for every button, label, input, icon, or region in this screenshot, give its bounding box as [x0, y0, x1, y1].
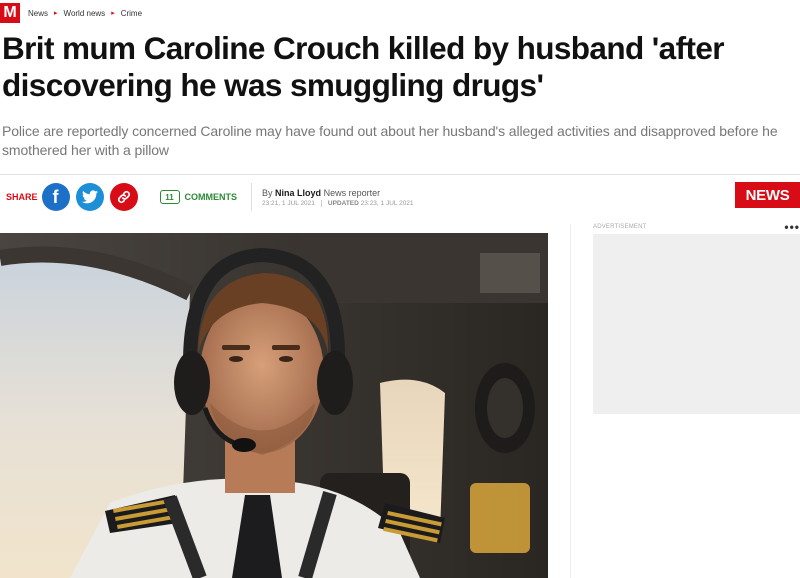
author-role: News reporter — [323, 187, 381, 198]
breadcrumb: News ▸ World news ▸ Crime — [28, 9, 142, 18]
divider — [0, 174, 800, 175]
twitter-icon[interactable] — [75, 183, 104, 211]
logo-letter: M — [3, 4, 17, 21]
breadcrumb-crime[interactable]: Crime — [121, 9, 142, 18]
site-logo[interactable]: M — [0, 3, 20, 23]
column-divider — [570, 224, 571, 578]
updated-label: UPDATED — [327, 199, 359, 207]
published-time: 23:21, 1 JUL 2021 — [262, 199, 315, 207]
share-label: SHARE — [6, 192, 38, 202]
article-headline: Brit mum Caroline Crouch killed by husba… — [2, 30, 725, 103]
share-bar: SHARE f 11 COMMENTS By Nina Lloyd News r… — [6, 180, 414, 214]
facebook-icon[interactable]: f — [41, 183, 70, 211]
comments-label: COMMENTS — [184, 192, 238, 202]
breadcrumb-world-news[interactable]: World news — [64, 9, 106, 18]
ad-label: ADVERTISEMENT — [593, 224, 647, 230]
article-hero-image — [0, 233, 548, 578]
link-icon[interactable] — [109, 183, 138, 211]
breadcrumb-news[interactable]: News — [28, 9, 48, 18]
updated-time: 23:23, 1 JUL 2021 — [360, 199, 414, 207]
ad-slot[interactable] — [593, 234, 800, 414]
advertisement: ADVERTISEMENT ••• — [593, 220, 800, 414]
comments-count: 11 — [165, 192, 174, 202]
author-name[interactable]: Nina Lloyd — [275, 188, 321, 198]
divider — [251, 183, 253, 211]
comments-button[interactable]: 11 COMMENTS — [159, 190, 238, 204]
chevron-right-icon: ▸ — [54, 10, 58, 17]
more-options-icon[interactable]: ••• — [784, 220, 800, 234]
chevron-right-icon: ▸ — [111, 10, 115, 17]
byline: By Nina Lloyd News reporter 23:21, 1 JUL… — [262, 188, 414, 207]
article-standfirst: Police are reportedly concerned Caroline… — [2, 123, 778, 158]
byline-prefix: By — [262, 187, 273, 198]
top-nav: M News ▸ World news ▸ Crime — [0, 3, 142, 23]
section-tag[interactable]: NEWS — [735, 182, 800, 208]
comment-icon: 11 — [159, 190, 180, 204]
